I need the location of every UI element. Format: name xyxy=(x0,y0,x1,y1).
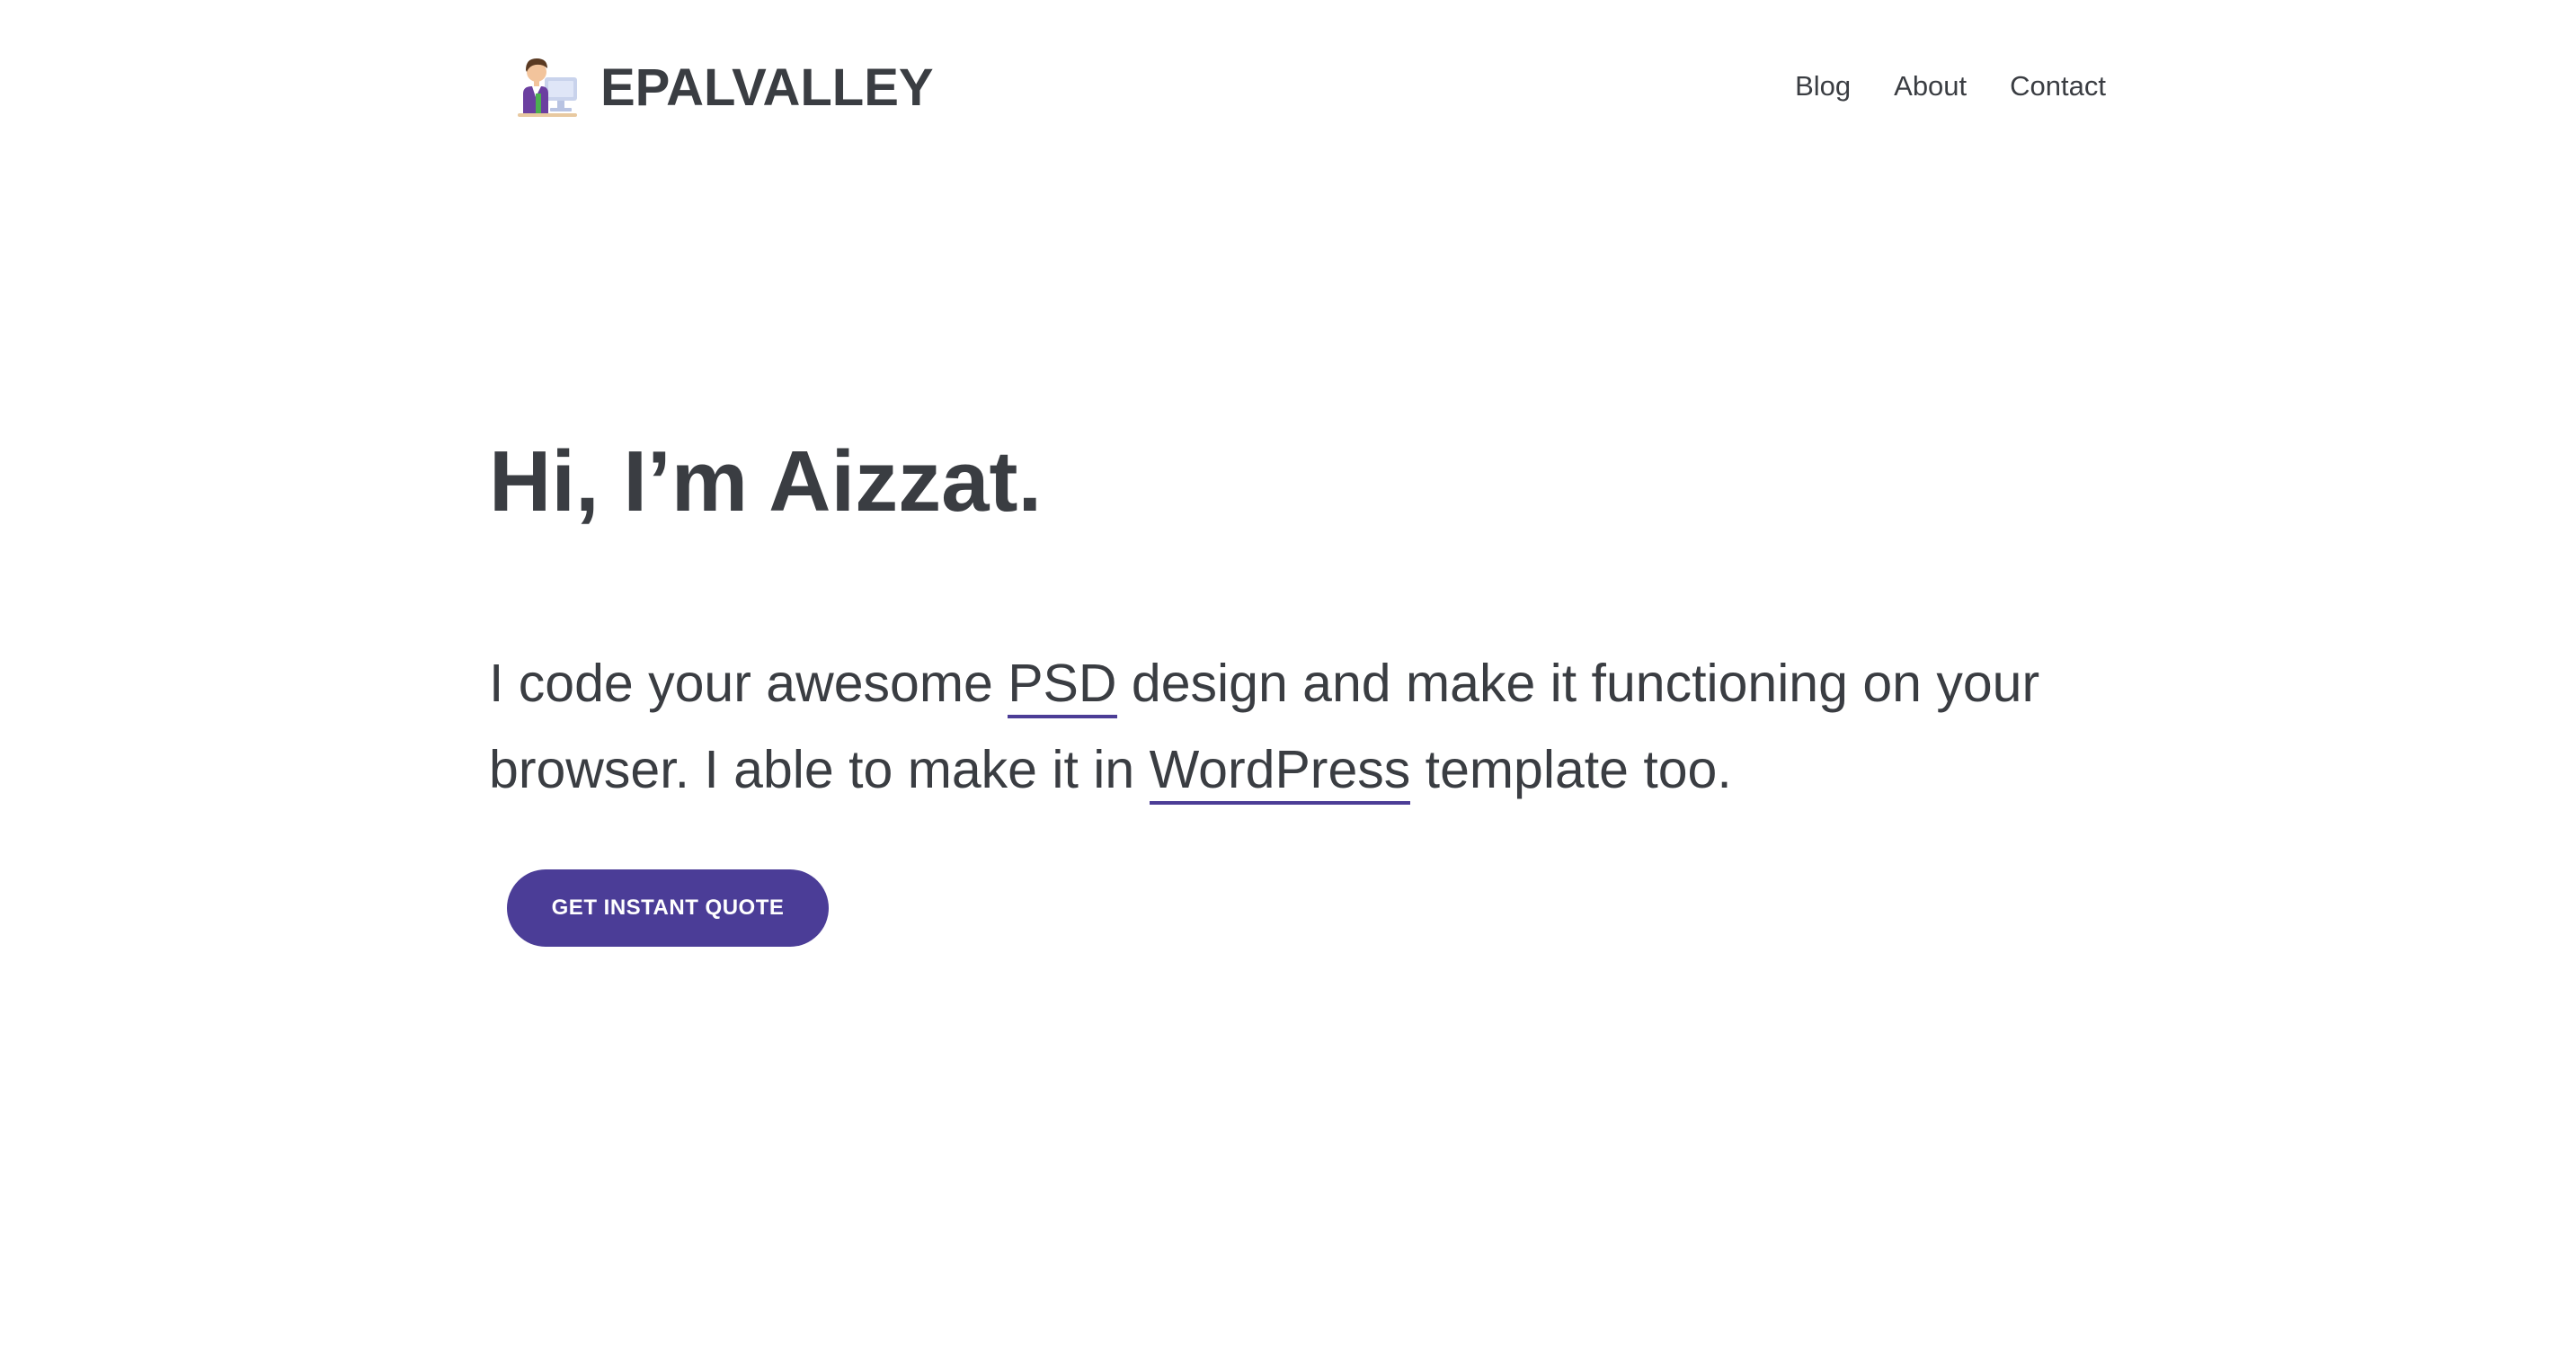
logo[interactable]: EPALVALLEY xyxy=(516,54,934,122)
wordpress-link[interactable]: WordPress xyxy=(1149,740,1411,805)
hero-text-part3: template too. xyxy=(1410,740,1732,799)
hero-text-part1: I code your awesome xyxy=(489,654,1008,713)
get-instant-quote-button[interactable]: GET INSTANT QUOTE xyxy=(507,869,829,947)
psd-link[interactable]: PSD xyxy=(1008,654,1117,718)
hero-description: I code your awesome PSD design and make … xyxy=(489,640,2107,813)
nav-link-contact[interactable]: Contact xyxy=(2010,72,2106,100)
nav-link-blog[interactable]: Blog xyxy=(1795,72,1851,100)
site-header: EPALVALLEY Blog About Contact xyxy=(0,0,2576,180)
main-nav: Blog About Contact xyxy=(1795,72,2106,100)
nav-link-about[interactable]: About xyxy=(1894,72,1967,100)
developer-avatar-icon xyxy=(518,58,577,117)
brand-name[interactable]: EPALVALLEY xyxy=(600,62,934,114)
hero-title: Hi, I’m Aizzat. xyxy=(489,433,1043,530)
